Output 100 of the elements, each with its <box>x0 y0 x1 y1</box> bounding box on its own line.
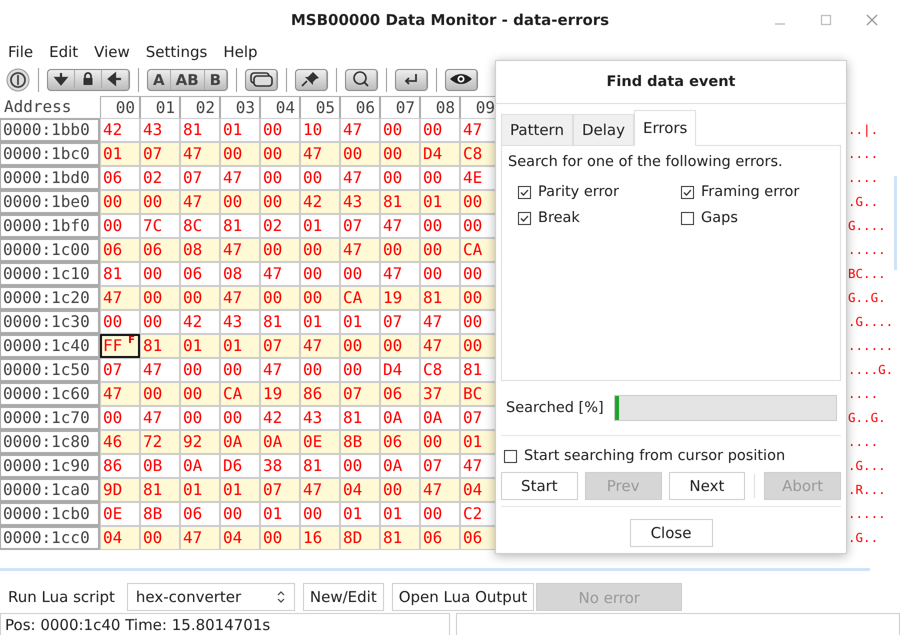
checkbox-icon[interactable] <box>681 186 694 198</box>
byte-cell[interactable]: 01 <box>220 118 260 142</box>
byte-cell[interactable]: 00 <box>260 190 300 214</box>
byte-cell[interactable]: 47 <box>140 358 180 382</box>
script-dropdown[interactable]: hex-converter <box>126 583 295 611</box>
byte-cell[interactable]: 81 <box>420 286 460 310</box>
byte-cell[interactable]: CA <box>220 382 260 406</box>
byte-cell[interactable]: 04 <box>220 526 260 550</box>
error-checkbox[interactable]: Parity error <box>518 184 681 200</box>
byte-cell[interactable]: 00 <box>340 262 380 286</box>
byte-cell[interactable]: 81 <box>340 406 380 430</box>
byte-cell[interactable]: 16 <box>300 526 340 550</box>
byte-cell[interactable]: 00 <box>220 502 260 526</box>
byte-cell[interactable]: 81 <box>300 454 340 478</box>
byte-cell[interactable]: 47 <box>100 382 140 406</box>
byte-cell[interactable]: 47 <box>300 334 340 358</box>
byte-cell[interactable]: 06 <box>380 382 420 406</box>
byte-cell[interactable]: 42 <box>300 190 340 214</box>
byte-cell[interactable]: 00 <box>300 238 340 262</box>
toolbar-button[interactable]: A <box>148 70 171 90</box>
byte-cell[interactable]: 47 <box>340 118 380 142</box>
byte-cell[interactable]: 00 <box>100 310 140 334</box>
byte-cell[interactable]: 38 <box>260 454 300 478</box>
byte-cell[interactable]: 00 <box>380 142 420 166</box>
byte-cell[interactable]: 47 <box>100 286 140 310</box>
checkbox-icon[interactable] <box>518 212 531 224</box>
byte-cell[interactable]: 47 <box>300 478 340 502</box>
byte-cell[interactable]: 01 <box>340 502 380 526</box>
byte-cell[interactable]: 47 <box>380 214 420 238</box>
byte-cell[interactable]: 81 <box>220 214 260 238</box>
byte-cell[interactable]: 06 <box>140 238 180 262</box>
byte-cell[interactable]: 00 <box>220 190 260 214</box>
byte-cell[interactable]: 01 <box>100 142 140 166</box>
error-checkbox[interactable]: Framing error <box>681 184 834 200</box>
byte-cell[interactable]: 00 <box>140 382 180 406</box>
byte-cell[interactable]: 81 <box>180 118 220 142</box>
byte-cell[interactable]: 00 <box>340 358 380 382</box>
byte-cell[interactable]: 01 <box>300 214 340 238</box>
byte-cell[interactable]: 08 <box>220 262 260 286</box>
byte-cell[interactable]: 01 <box>180 478 220 502</box>
byte-cell[interactable]: 00 <box>380 118 420 142</box>
byte-cell[interactable]: 47 <box>220 166 260 190</box>
byte-cell[interactable]: 02 <box>260 214 300 238</box>
byte-cell[interactable]: 00 <box>140 286 180 310</box>
byte-cell[interactable]: 01 <box>420 190 460 214</box>
byte-cell[interactable]: 0A <box>220 430 260 454</box>
byte-cell[interactable]: 07 <box>140 142 180 166</box>
menu-item[interactable]: Edit <box>41 43 86 61</box>
byte-cell[interactable]: D4 <box>380 358 420 382</box>
menu-item[interactable]: View <box>86 43 138 61</box>
byte-cell[interactable]: 81 <box>140 334 180 358</box>
byte-cell[interactable]: 00 <box>180 382 220 406</box>
byte-cell[interactable]: 47 <box>340 238 380 262</box>
menu-item[interactable]: File <box>0 43 42 61</box>
byte-cell[interactable]: CA <box>340 286 380 310</box>
byte-cell[interactable]: 01 <box>380 502 420 526</box>
byte-cell[interactable]: 00 <box>300 166 340 190</box>
byte-cell[interactable]: 00 <box>180 286 220 310</box>
scrollbar[interactable] <box>894 176 897 270</box>
byte-cell[interactable]: 00 <box>180 358 220 382</box>
byte-cell[interactable]: 0B <box>140 454 180 478</box>
byte-cell[interactable]: 81 <box>140 478 180 502</box>
byte-cell[interactable]: 00 <box>300 358 340 382</box>
byte-cell[interactable]: 07 <box>340 214 380 238</box>
byte-cell[interactable]: 08 <box>180 238 220 262</box>
close-icon[interactable] <box>866 14 878 26</box>
byte-cell[interactable]: 00 <box>420 118 460 142</box>
byte-cell[interactable]: 00 <box>380 166 420 190</box>
byte-cell[interactable]: 47 <box>180 142 220 166</box>
byte-cell[interactable]: 8D <box>340 526 380 550</box>
byte-cell[interactable]: 01 <box>220 334 260 358</box>
byte-cell[interactable]: 00 <box>140 190 180 214</box>
byte-cell[interactable]: 02 <box>140 166 180 190</box>
byte-cell[interactable]: 00 <box>380 478 420 502</box>
byte-cell[interactable]: 00 <box>260 166 300 190</box>
byte-cell[interactable]: 00 <box>420 238 460 262</box>
close-button[interactable]: Close <box>630 519 712 547</box>
byte-cell[interactable]: 00 <box>420 214 460 238</box>
byte-cell[interactable]: 8C <box>180 214 220 238</box>
byte-cell[interactable]: 07 <box>340 382 380 406</box>
byte-cell[interactable]: 9D <box>100 478 140 502</box>
byte-cell[interactable]: 0E <box>300 430 340 454</box>
byte-cell[interactable]: 00 <box>260 286 300 310</box>
byte-cell[interactable]: 81 <box>380 526 420 550</box>
byte-cell[interactable]: 00 <box>180 406 220 430</box>
byte-cell[interactable]: 00 <box>100 190 140 214</box>
byte-cell[interactable]: 19 <box>380 286 420 310</box>
byte-cell[interactable]: 47 <box>340 166 380 190</box>
byte-cell[interactable]: 43 <box>140 118 180 142</box>
byte-cell[interactable]: 00 <box>420 262 460 286</box>
byte-cell[interactable]: 06 <box>380 430 420 454</box>
checkbox-icon[interactable] <box>518 186 531 198</box>
byte-cell[interactable]: 00 <box>140 262 180 286</box>
byte-cell[interactable]: 00 <box>340 142 380 166</box>
byte-cell[interactable]: 00 <box>220 406 260 430</box>
byte-cell[interactable]: 07 <box>380 310 420 334</box>
byte-cell[interactable]: 00 <box>260 118 300 142</box>
byte-cell[interactable]: 07 <box>180 166 220 190</box>
byte-cell[interactable]: 06 <box>180 262 220 286</box>
byte-cell[interactable]: 00 <box>340 334 380 358</box>
